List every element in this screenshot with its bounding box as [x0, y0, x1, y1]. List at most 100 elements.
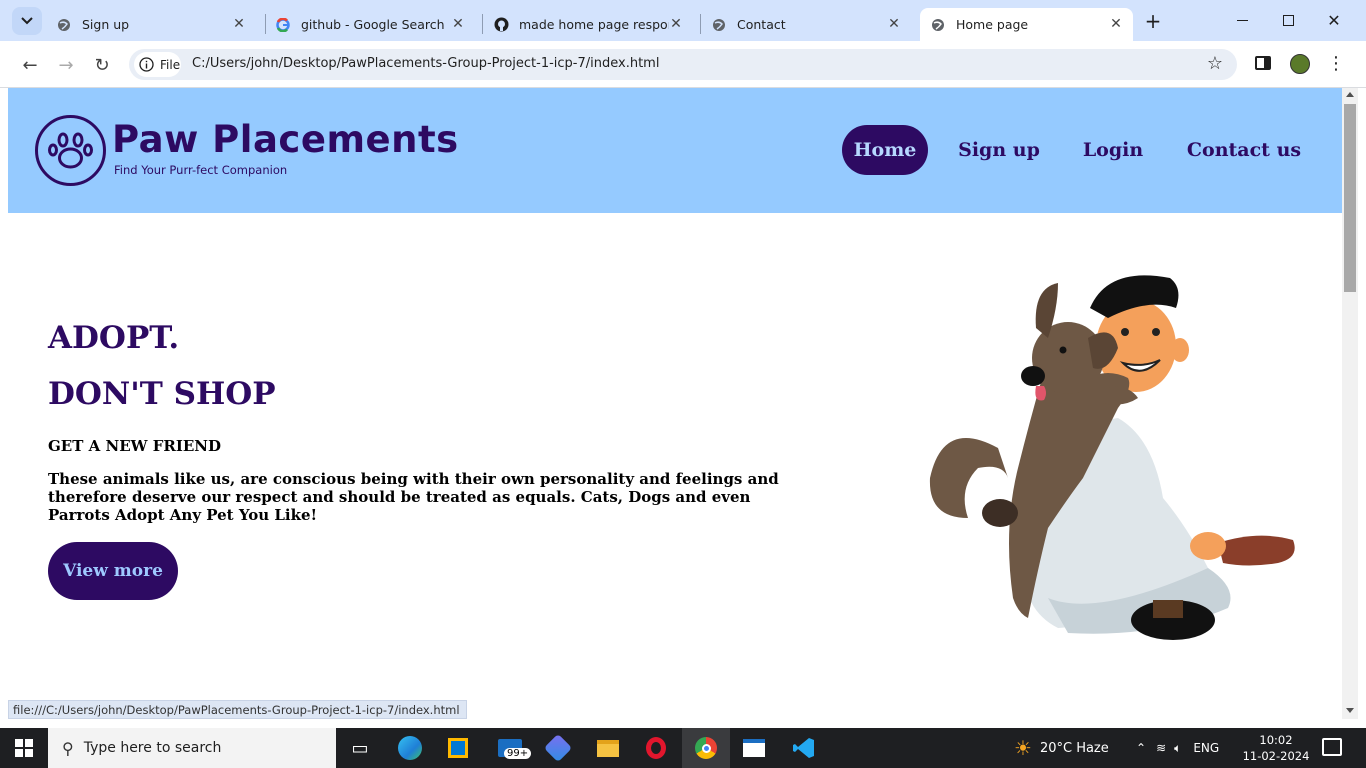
file-label: File: [160, 57, 181, 72]
tab-label: Contact: [737, 17, 786, 32]
tab-separator: [265, 14, 266, 34]
search-placeholder: Type here to search: [83, 740, 222, 756]
menu-button[interactable]: ⋮: [1326, 51, 1346, 77]
close-icon[interactable]: ✕: [1107, 15, 1125, 33]
store-button[interactable]: [434, 728, 482, 768]
paw-logo-icon[interactable]: [35, 115, 106, 186]
brand-tagline: Find Your Purr-fect Companion: [114, 163, 288, 177]
back-button[interactable]: ←: [17, 52, 43, 78]
google-icon: [275, 17, 291, 33]
edge-icon: [398, 736, 422, 760]
forward-button[interactable]: →: [53, 52, 79, 78]
kebab-menu-icon: ⋮: [1327, 53, 1345, 74]
file-explorer-button[interactable]: [584, 728, 632, 768]
close-icon[interactable]: ✕: [449, 15, 467, 33]
star-icon[interactable]: ☆: [1207, 53, 1223, 74]
haze-icon: ☀: [1014, 736, 1032, 760]
nav-sign-up[interactable]: Sign up: [956, 125, 1042, 175]
vertical-scrollbar[interactable]: [1342, 88, 1358, 719]
nav-contact-us[interactable]: Contact us: [1184, 125, 1304, 175]
globe-icon: [56, 17, 72, 33]
address-bar[interactable]: File C:/Users/john/Desktop/PawPlacements…: [129, 49, 1237, 80]
close-icon[interactable]: ✕: [230, 15, 248, 33]
notifications-button[interactable]: [1322, 738, 1342, 756]
mail-button[interactable]: 99+: [486, 728, 534, 768]
tab-search-button[interactable]: [12, 7, 42, 35]
close-icon: ✕: [1327, 10, 1341, 30]
taskbar-search[interactable]: ⚲ Type here to search: [48, 728, 336, 768]
nav-login[interactable]: Login: [1078, 125, 1148, 175]
tab-label: Home page: [956, 17, 1029, 32]
speaker-icon[interactable]: 🔈︎: [1174, 741, 1181, 756]
app-window-button[interactable]: [730, 728, 778, 768]
browser-window: Sign up ✕ github - Google Search ✕ made …: [0, 0, 1366, 88]
chevron-up-icon[interactable]: ⌃: [1136, 741, 1146, 755]
info-icon: [139, 57, 154, 72]
site-header: Paw Placements Find Your Purr-fect Compa…: [8, 88, 1342, 213]
reload-button[interactable]: ↻: [89, 52, 115, 78]
scrollbar-thumb[interactable]: [1344, 104, 1356, 292]
globe-icon: [711, 17, 727, 33]
arrow-right-icon: →: [58, 54, 74, 76]
app-button[interactable]: [534, 728, 582, 768]
tab-contact[interactable]: Contact ✕: [711, 8, 911, 41]
maximize-button[interactable]: [1268, 5, 1308, 35]
store-icon: [448, 738, 468, 758]
clock-date: 11-02-2024: [1242, 749, 1310, 763]
nav-home[interactable]: Home: [842, 125, 928, 175]
minimize-icon: [1236, 19, 1248, 21]
boy-with-dog-illustration: [929, 275, 1295, 640]
wifi-icon[interactable]: ≋: [1156, 741, 1166, 755]
scroll-up-arrow-icon[interactable]: [1346, 92, 1354, 97]
browser-toolbar: ← → ↻ File C:/Users/john/Desktop/PawPlac…: [0, 41, 1366, 88]
tab-home-page[interactable]: Home page ✕: [920, 8, 1133, 41]
language-indicator[interactable]: ENG: [1193, 741, 1219, 755]
minimize-button[interactable]: [1222, 5, 1262, 35]
tab-strip: Sign up ✕ github - Google Search ✕ made …: [0, 0, 1366, 41]
github-icon: [493, 17, 509, 33]
weather-text: 20°C Haze: [1039, 740, 1109, 756]
view-more-button[interactable]: View more: [48, 542, 178, 600]
brand-name: Paw Placements: [112, 118, 459, 161]
weather-widget[interactable]: ☀ 20°C Haze: [1014, 728, 1109, 768]
clock-time: 10:02: [1259, 733, 1293, 747]
close-icon[interactable]: ✕: [885, 15, 903, 33]
hexagon-app-icon: [543, 733, 573, 763]
avatar[interactable]: [1290, 54, 1310, 74]
task-view-icon: ▭: [351, 737, 369, 759]
close-icon[interactable]: ✕: [667, 15, 685, 33]
side-panel-icon: [1264, 58, 1269, 68]
reload-icon: ↻: [94, 54, 110, 76]
chrome-button[interactable]: [682, 728, 730, 768]
status-bar-url: file:///C:/Users/john/Desktop/PawPlaceme…: [8, 700, 467, 719]
site-info-chip[interactable]: File: [134, 52, 181, 77]
side-panel-button[interactable]: [1255, 56, 1271, 70]
new-tab-button[interactable]: +: [1141, 9, 1165, 33]
tab-separator: [482, 14, 483, 34]
search-icon: ⚲: [62, 738, 74, 758]
vscode-icon: [793, 738, 814, 758]
close-window-button[interactable]: ✕: [1314, 5, 1354, 35]
web-page: Paw Placements Find Your Purr-fect Compa…: [8, 88, 1342, 719]
globe-icon: [930, 17, 946, 33]
vscode-button[interactable]: [780, 728, 828, 768]
tab-sign-up[interactable]: Sign up ✕: [56, 8, 256, 41]
mail-badge: 99+: [504, 748, 532, 759]
start-button[interactable]: [0, 728, 48, 768]
hero-heading-line2: DON'T SHOP: [48, 376, 276, 412]
edge-button[interactable]: [386, 728, 434, 768]
maximize-icon: [1282, 14, 1294, 26]
arrow-left-icon: ←: [22, 54, 38, 76]
task-view-button[interactable]: ▭: [336, 728, 384, 768]
windows-taskbar: ⚲ Type here to search ▭ 99+ ☀ 20°C Haze …: [0, 728, 1366, 768]
url-text[interactable]: C:/Users/john/Desktop/PawPlacements-Grou…: [192, 56, 659, 71]
hero-description: These animals like us, are conscious bei…: [48, 470, 779, 524]
tab-separator: [700, 14, 701, 34]
tab-github-search[interactable]: github - Google Search ✕: [275, 8, 475, 41]
scroll-down-arrow-icon[interactable]: [1346, 708, 1354, 713]
tab-label: Sign up: [82, 17, 130, 32]
opera-button[interactable]: [632, 728, 680, 768]
chrome-icon: [695, 737, 717, 759]
tab-github-commit[interactable]: made home page responsiv ✕: [493, 8, 693, 41]
clock[interactable]: 10:02 11-02-2024: [1236, 732, 1316, 764]
